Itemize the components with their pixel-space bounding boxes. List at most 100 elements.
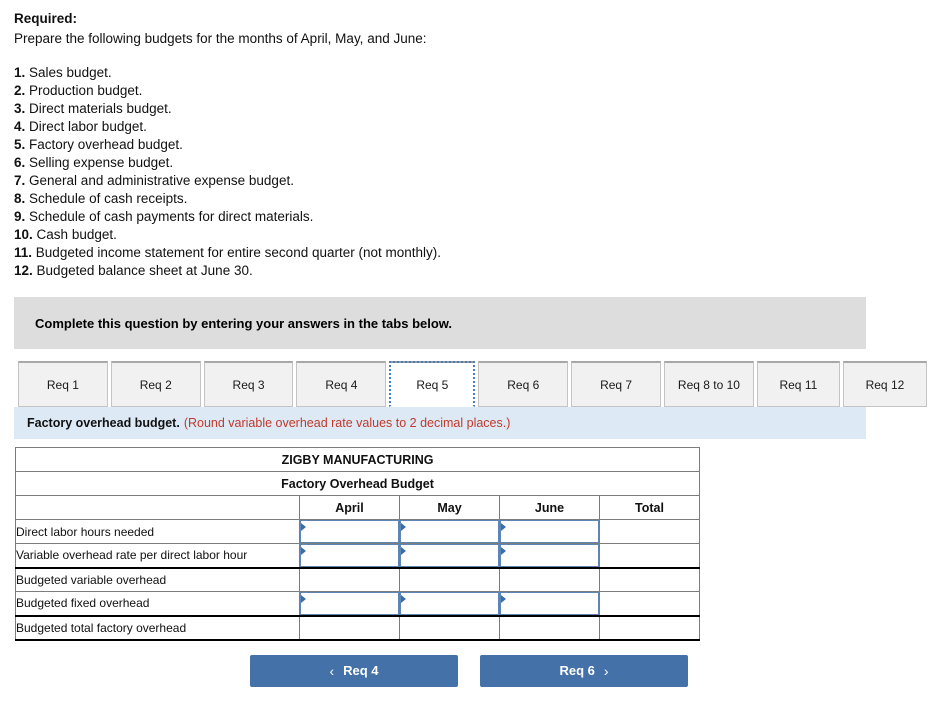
requirement-item-number: 9. bbox=[14, 209, 26, 224]
tab-req-3[interactable]: Req 3 bbox=[203, 361, 294, 407]
factory-overhead-budget-table-wrapper: ZIGBY MANUFACTURING Factory Overhead Bud… bbox=[14, 447, 930, 641]
requirement-item-number: 7. bbox=[14, 173, 26, 188]
row-label: Direct labor hours needed bbox=[15, 519, 300, 544]
requirement-note-title: Factory overhead budget. bbox=[27, 416, 180, 430]
input-cell-june[interactable] bbox=[499, 519, 600, 544]
computed-cell-total bbox=[598, 567, 701, 592]
tab-req-4[interactable]: Req 4 bbox=[296, 361, 387, 407]
row-label: Variable overhead rate per direct labor … bbox=[15, 543, 300, 569]
requirement-note-bar: Factory overhead budget. (Round variable … bbox=[14, 407, 866, 439]
prev-requirement-button[interactable]: ‹ Req 4 bbox=[250, 654, 458, 687]
required-heading: Required: bbox=[14, 11, 78, 26]
requirement-item-number: 12. bbox=[14, 263, 33, 278]
computed-cell-april bbox=[299, 567, 400, 592]
requirement-item: 6. Selling expense budget. bbox=[14, 154, 916, 172]
tab-req-5[interactable]: Req 5 bbox=[389, 361, 476, 407]
tab-label: Req 4 bbox=[325, 377, 358, 392]
tab-req-10[interactable]: Req 12 bbox=[842, 361, 927, 407]
answer-input[interactable] bbox=[400, 544, 499, 567]
requirement-item: 11. Budgeted income statement for entire… bbox=[14, 244, 916, 262]
input-cell-april[interactable] bbox=[299, 591, 400, 617]
requirement-item-text: Cash budget. bbox=[36, 227, 117, 242]
requirement-item-text: General and administrative expense budge… bbox=[29, 173, 294, 188]
requirement-item-number: 8. bbox=[14, 191, 26, 206]
requirement-item-number: 3. bbox=[14, 101, 26, 116]
input-cell-may[interactable] bbox=[399, 543, 500, 569]
answer-input[interactable] bbox=[300, 520, 399, 543]
factory-overhead-budget-table: ZIGBY MANUFACTURING Factory Overhead Bud… bbox=[14, 447, 701, 641]
table-row: Budgeted total factory overhead bbox=[15, 614, 701, 641]
table-row: Direct labor hours needed bbox=[15, 519, 701, 544]
tab-req-1[interactable]: Req 1 bbox=[18, 361, 108, 407]
requirement-note: Factory overhead budget. (Round variable … bbox=[27, 416, 510, 430]
answer-input[interactable] bbox=[400, 592, 499, 615]
requirements-list: 1. Sales budget. 2. Production budget. 3. … bbox=[14, 64, 916, 280]
budget-title-cell: Factory Overhead Budget bbox=[14, 471, 701, 496]
computed-cell-total bbox=[598, 519, 701, 544]
answer-input[interactable] bbox=[500, 520, 599, 543]
table-row-column-headers: April May June Total bbox=[15, 495, 701, 520]
input-cell-april[interactable] bbox=[299, 543, 400, 569]
row-label: Budgeted variable overhead bbox=[15, 567, 300, 592]
total-cell-total bbox=[598, 614, 701, 641]
tab-req-7[interactable]: Req 7 bbox=[571, 361, 662, 407]
tab-label: Req 12 bbox=[865, 377, 905, 392]
answer-input[interactable] bbox=[500, 592, 599, 615]
row-label: Budgeted total factory overhead bbox=[15, 614, 300, 641]
computed-cell-may bbox=[399, 567, 500, 592]
chevron-right-icon: › bbox=[603, 662, 609, 679]
requirement-tabs: Req 1 Req 2 Req 3 Req 4 Req 5 Req 6 Req 7 Req 8… bbox=[18, 359, 930, 407]
tab-req-9[interactable]: Req 11 bbox=[756, 361, 840, 407]
computed-cell-total bbox=[598, 591, 701, 617]
requirement-item-text: Schedule of cash receipts. bbox=[29, 191, 188, 206]
tab-req-2[interactable]: Req 2 bbox=[110, 361, 201, 407]
computed-cell-june bbox=[499, 567, 600, 592]
answer-input[interactable] bbox=[400, 520, 499, 543]
requirement-item: 7. General and administrative expense bu… bbox=[14, 172, 916, 190]
requirement-note-hint: (Round variable overhead rate values to … bbox=[183, 416, 511, 430]
required-subtitle: Prepare the following budgets for the mo… bbox=[14, 31, 427, 46]
answer-input[interactable] bbox=[300, 592, 399, 615]
tab-label: Req 7 bbox=[600, 377, 633, 392]
tab-req-8[interactable]: Req 8 to 10 bbox=[664, 361, 754, 407]
requirement-item: 9. Schedule of cash payments for direct … bbox=[14, 208, 916, 226]
requirement-item-number: 1. bbox=[14, 65, 26, 80]
tab-label: Req 8 to 10 bbox=[677, 377, 740, 392]
requirement-item: 4. Direct labor budget. bbox=[14, 118, 916, 136]
requirement-item-text: Direct labor budget. bbox=[29, 119, 147, 134]
answer-input[interactable] bbox=[500, 544, 599, 567]
tab-label: Req 6 bbox=[507, 377, 540, 392]
instruction-banner: Complete this question by entering your … bbox=[14, 297, 866, 349]
answer-input[interactable] bbox=[300, 544, 399, 567]
corner-cell bbox=[15, 495, 300, 520]
input-cell-june[interactable] bbox=[499, 543, 600, 569]
requirement-item-text: Factory overhead budget. bbox=[29, 137, 183, 152]
requirement-item-text: Budgeted balance sheet at June 30. bbox=[36, 263, 253, 278]
chevron-left-icon: ‹ bbox=[329, 662, 335, 679]
requirement-item-number: 4. bbox=[14, 119, 26, 134]
requirement-item-number: 5. bbox=[14, 137, 26, 152]
requirement-item: 2. Production budget. bbox=[14, 82, 916, 100]
tab-label: Req 2 bbox=[139, 377, 172, 392]
prev-requirement-label: Req 4 bbox=[343, 663, 379, 678]
tab-label: Req 1 bbox=[46, 377, 79, 392]
input-cell-may[interactable] bbox=[399, 591, 500, 617]
requirement-item-text: Budgeted income statement for entire sec… bbox=[35, 245, 442, 260]
requirement-item: 10. Cash budget. bbox=[14, 226, 916, 244]
requirement-item-number: 2. bbox=[14, 83, 26, 98]
requirement-item-number: 6. bbox=[14, 155, 26, 170]
requirement-item-text: Direct materials budget. bbox=[29, 101, 172, 116]
tab-label: Req 11 bbox=[779, 377, 818, 392]
requirement-item: 5. Factory overhead budget. bbox=[14, 136, 916, 154]
total-cell-april bbox=[299, 614, 400, 641]
requirement-item: 3. Direct materials budget. bbox=[14, 100, 916, 118]
input-cell-april[interactable] bbox=[299, 519, 400, 544]
input-cell-june[interactable] bbox=[499, 591, 600, 617]
requirement-item-number: 11. bbox=[14, 245, 33, 260]
input-cell-may[interactable] bbox=[399, 519, 500, 544]
requirement-item: 1. Sales budget. bbox=[14, 64, 916, 82]
next-requirement-button[interactable]: Req 6 › bbox=[480, 654, 688, 687]
tab-req-6[interactable]: Req 6 bbox=[478, 361, 569, 407]
tab-label: Req 3 bbox=[232, 377, 265, 392]
total-cell-may bbox=[399, 614, 500, 641]
